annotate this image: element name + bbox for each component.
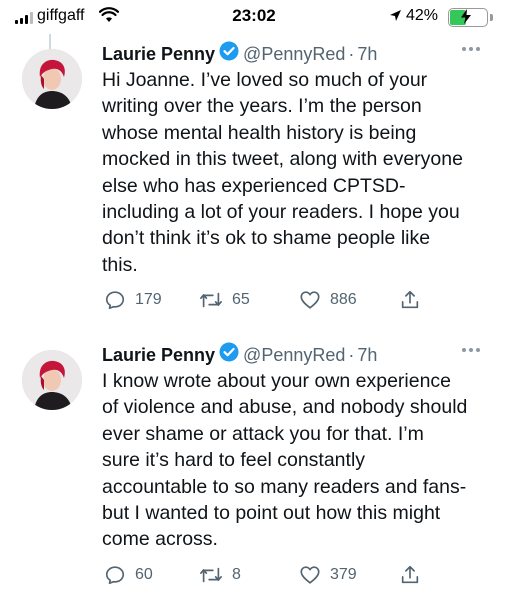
retweet-button[interactable]: 8 bbox=[199, 564, 241, 586]
tweet[interactable]: Laurie Penny @PennyRed · 7h Hi Joanne. I… bbox=[0, 41, 508, 326]
separator-dot: · bbox=[348, 44, 355, 64]
author-name[interactable]: Laurie Penny bbox=[102, 343, 215, 367]
tweet-text: I know wrote about your own experience o… bbox=[102, 370, 468, 551]
reply-button[interactable]: 60 bbox=[104, 564, 153, 586]
location-arrow-icon bbox=[389, 9, 402, 27]
share-button[interactable] bbox=[399, 564, 421, 586]
like-icon bbox=[300, 566, 320, 584]
like-icon bbox=[300, 291, 320, 309]
retweet-icon bbox=[200, 292, 222, 308]
status-bar: giffgaff 23:02 42% bbox=[0, 0, 508, 34]
author-handle[interactable]: @PennyRed bbox=[243, 42, 345, 66]
like-count: 886 bbox=[330, 291, 357, 308]
verified-badge-icon bbox=[219, 41, 239, 67]
retweet-count: 8 bbox=[232, 566, 241, 583]
avatar[interactable] bbox=[22, 49, 82, 109]
share-button[interactable] bbox=[399, 289, 421, 311]
more-options-icon[interactable] bbox=[462, 47, 480, 51]
reply-count: 60 bbox=[135, 566, 153, 583]
reply-button[interactable]: 179 bbox=[104, 289, 162, 311]
like-count: 379 bbox=[330, 566, 357, 583]
author-name[interactable]: Laurie Penny bbox=[102, 42, 215, 66]
tweet[interactable]: Laurie Penny @PennyRed · 7h I know wrote… bbox=[0, 342, 508, 600]
tweet-timestamp[interactable]: 7h bbox=[357, 343, 377, 367]
more-options-icon[interactable] bbox=[462, 348, 480, 352]
like-button[interactable]: 886 bbox=[299, 289, 357, 311]
tweet-text: Hi Joanne. I’ve loved so much of your wr… bbox=[102, 69, 463, 276]
share-icon bbox=[401, 290, 419, 309]
share-icon bbox=[401, 565, 419, 584]
reply-icon bbox=[105, 291, 125, 310]
tweet-actions: 179 65 886 bbox=[104, 289, 424, 313]
retweet-icon bbox=[200, 567, 222, 583]
tweet-header: Laurie Penny @PennyRed · 7h bbox=[102, 342, 377, 368]
tweet-header: Laurie Penny @PennyRed · 7h bbox=[102, 41, 377, 67]
reply-count: 179 bbox=[135, 291, 162, 308]
tweet-timestamp[interactable]: 7h bbox=[357, 42, 377, 66]
like-button[interactable]: 379 bbox=[299, 564, 357, 586]
retweet-button[interactable]: 65 bbox=[199, 289, 250, 311]
author-handle[interactable]: @PennyRed bbox=[243, 343, 345, 367]
charging-bolt-icon bbox=[460, 9, 472, 27]
separator-dot: · bbox=[348, 345, 355, 365]
retweet-count: 65 bbox=[232, 291, 250, 308]
battery-percentage: 42% bbox=[406, 7, 439, 24]
battery-icon bbox=[448, 8, 488, 27]
avatar[interactable] bbox=[22, 350, 82, 410]
reply-icon bbox=[105, 566, 125, 585]
verified-badge-icon bbox=[219, 342, 239, 368]
tweet-actions: 60 8 379 bbox=[104, 564, 424, 588]
